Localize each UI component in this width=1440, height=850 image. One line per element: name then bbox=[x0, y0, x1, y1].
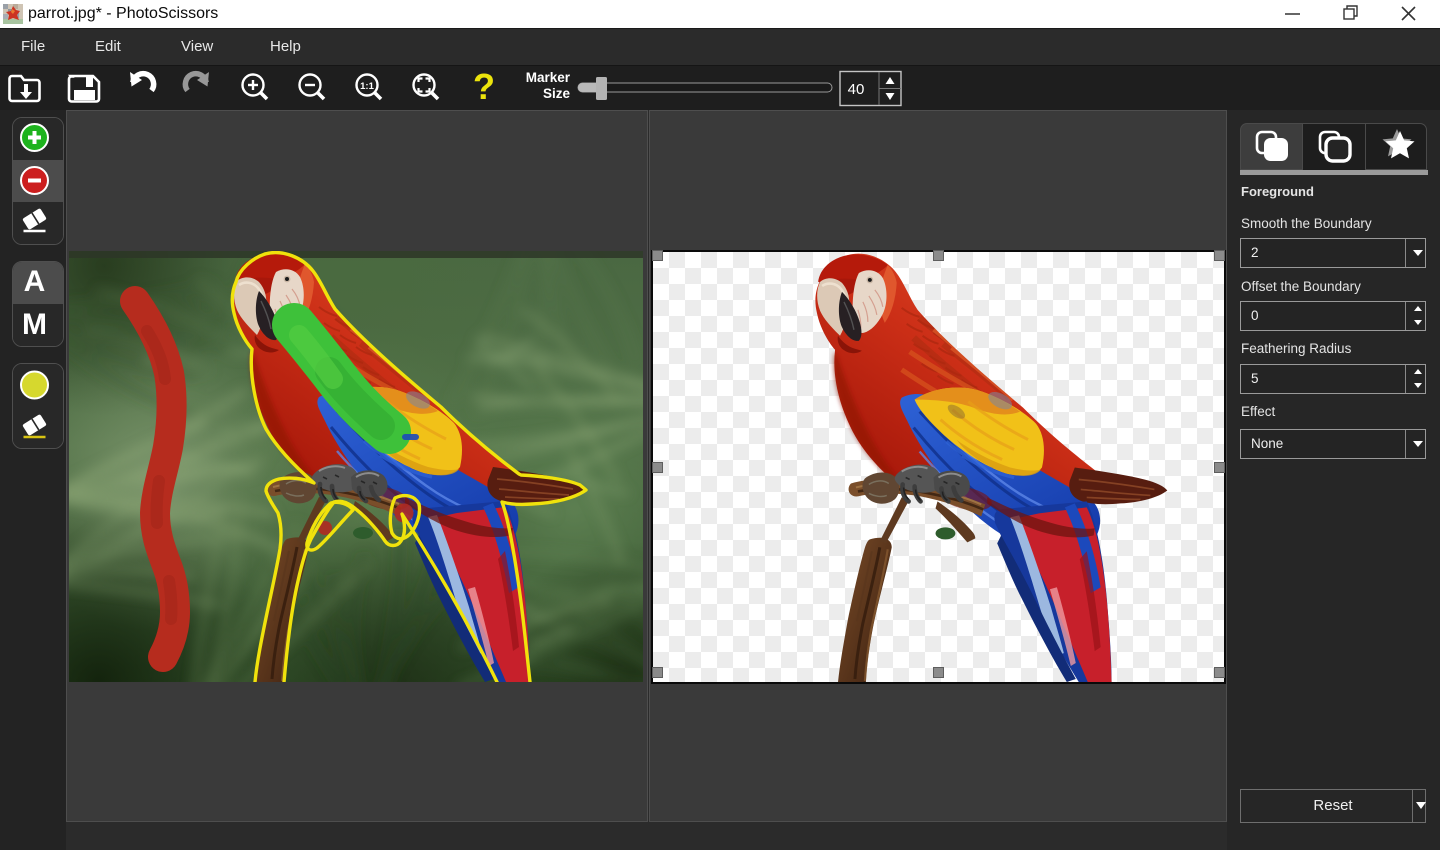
svg-text:1:1: 1:1 bbox=[360, 81, 374, 92]
svg-text:?: ? bbox=[473, 66, 495, 107]
svg-text:M: M bbox=[22, 308, 47, 341]
svg-text:Marker: Marker bbox=[526, 70, 571, 85]
svg-text:A: A bbox=[24, 265, 46, 298]
svg-text:40: 40 bbox=[848, 81, 865, 98]
svg-text:Size: Size bbox=[543, 86, 571, 101]
